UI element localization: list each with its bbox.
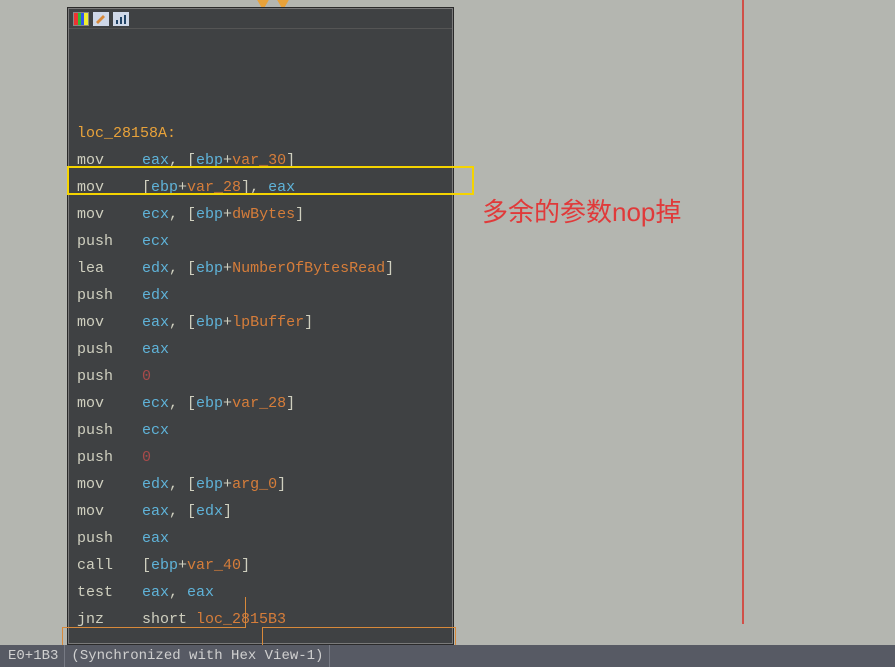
asm-op: push	[77, 282, 142, 309]
asm-op: call	[77, 552, 142, 579]
asm-op: mov	[77, 174, 142, 201]
asm-op: mov	[77, 309, 142, 336]
asm-args: 0	[142, 363, 444, 390]
asm-line[interactable]: pushecx	[77, 228, 444, 255]
asm-op: test	[77, 579, 142, 606]
asm-line[interactable]: leaedx, [ebp+NumberOfBytesRead]	[77, 255, 444, 282]
asm-args: eax	[142, 525, 444, 552]
asm-line[interactable]: pushecx	[77, 417, 444, 444]
node-titlebar	[69, 9, 452, 29]
asm-args: ecx	[142, 417, 444, 444]
asm-line[interactable]: jnzshort loc_2815B3	[77, 606, 444, 633]
asm-args: eax, [ebp+var_30]	[142, 147, 444, 174]
asm-args: edx	[142, 282, 444, 309]
asm-line[interactable]: moveax, [edx]	[77, 498, 444, 525]
asm-args: edx, [ebp+arg_0]	[142, 471, 444, 498]
asm-line[interactable]: movedx, [ebp+arg_0]	[77, 471, 444, 498]
flow-edge-orange	[245, 597, 246, 627]
asm-op: push	[77, 525, 142, 552]
flow-edge-orange	[262, 627, 263, 645]
asm-args: short loc_2815B3	[142, 606, 444, 633]
asm-line[interactable]: pushedx	[77, 282, 444, 309]
asm-label: loc_28158A:	[77, 120, 444, 147]
canvas: loc_28158A:moveax, [ebp+var_30]mov[ebp+v…	[0, 0, 895, 667]
asm-line[interactable]: moveax, [ebp+var_30]	[77, 147, 444, 174]
asm-op: push	[77, 417, 142, 444]
asm-op: push	[77, 336, 142, 363]
asm-args: ecx, [ebp+var_28]	[142, 390, 444, 417]
flow-edge-red	[742, 0, 744, 624]
asm-op: push	[77, 228, 142, 255]
asm-line[interactable]: mov[ebp+var_28], eax	[77, 174, 444, 201]
status-bar: E0+1B3 (Synchronized with Hex View-1)	[0, 645, 895, 667]
asm-line[interactable]: moveax, [ebp+lpBuffer]	[77, 309, 444, 336]
asm-op: push	[77, 363, 142, 390]
asm-op: jnz	[77, 606, 142, 633]
asm-op: push	[77, 444, 142, 471]
asm-args: ecx	[142, 228, 444, 255]
asm-args: eax, eax	[142, 579, 444, 606]
asm-op: mov	[77, 201, 142, 228]
asm-args: eax, [ebp+lpBuffer]	[142, 309, 444, 336]
asm-line[interactable]: pusheax	[77, 525, 444, 552]
asm-line[interactable]: call[ebp+var_40]	[77, 552, 444, 579]
graph-icon[interactable]	[113, 12, 129, 26]
status-position: E0+1B3	[2, 645, 65, 667]
asm-line[interactable]: movecx, [ebp+dwBytes]	[77, 201, 444, 228]
asm-op: lea	[77, 255, 142, 282]
asm-args: 0	[142, 444, 444, 471]
annotation-text: 多余的参数nop掉	[482, 192, 681, 229]
asm-op: mov	[77, 498, 142, 525]
asm-args: [ebp+var_40]	[142, 552, 444, 579]
asm-line[interactable]: testeax, eax	[77, 579, 444, 606]
flow-edge-orange	[455, 627, 456, 645]
asm-args: edx, [ebp+NumberOfBytesRead]	[142, 255, 444, 282]
flow-edge-orange	[62, 627, 63, 645]
palette-icon[interactable]	[73, 12, 89, 26]
asm-args: eax	[142, 336, 444, 363]
asm-line[interactable]: push0	[77, 444, 444, 471]
asm-line[interactable]: pusheax	[77, 336, 444, 363]
disasm-body[interactable]: loc_28158A:moveax, [ebp+var_30]mov[ebp+v…	[69, 29, 452, 643]
flow-edge-orange	[262, 627, 456, 628]
asm-line[interactable]: movecx, [ebp+var_28]	[77, 390, 444, 417]
asm-line[interactable]: push0	[77, 363, 444, 390]
status-sync: (Synchronized with Hex View-1)	[65, 645, 330, 667]
disasm-node[interactable]: loc_28158A:moveax, [ebp+var_30]mov[ebp+v…	[68, 8, 453, 644]
flow-edge-orange	[62, 627, 246, 628]
asm-op: mov	[77, 390, 142, 417]
asm-args: eax, [edx]	[142, 498, 444, 525]
asm-args: [ebp+var_28], eax	[142, 174, 444, 201]
asm-args: ecx, [ebp+dwBytes]	[142, 201, 444, 228]
edit-icon[interactable]	[93, 12, 109, 26]
asm-op: mov	[77, 147, 142, 174]
asm-op: mov	[77, 471, 142, 498]
